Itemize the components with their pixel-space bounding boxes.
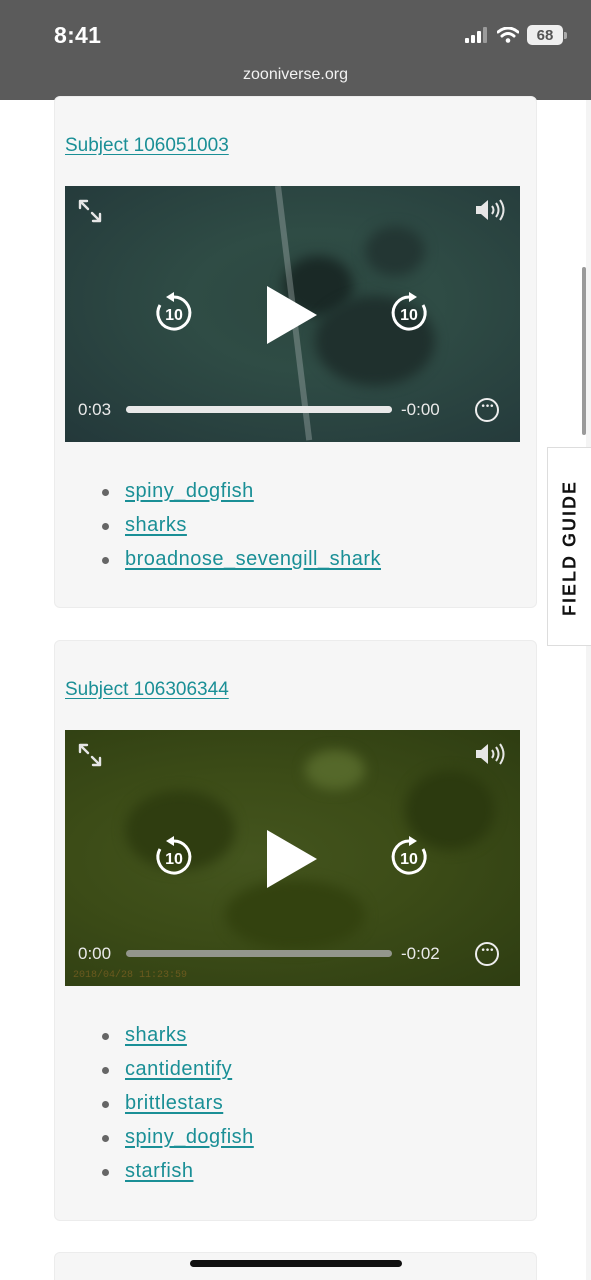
forward-10-icon[interactable]: 10 [388,836,430,878]
battery-icon: 68 [527,25,567,45]
list-item: cantidentify [102,1052,254,1086]
list-item: sharks [102,508,381,542]
tag-link[interactable]: broadnose_sevengill_shark [125,548,381,570]
scrollbar[interactable] [582,267,586,435]
tag-list: spiny_dogfish sharks broadnose_sevengill… [102,474,381,576]
list-item: broadnose_sevengill_shark [102,542,381,576]
video-timestamp: 2018/04/28 11:23:59 [73,970,188,981]
list-item: brittlestars [102,1086,254,1120]
list-item: spiny_dogfish [102,474,381,508]
forward-10-icon[interactable]: 10 [388,292,430,334]
tag-list: sharks cantidentify brittlestars spiny_d… [102,1018,254,1188]
home-indicator[interactable] [190,1260,402,1267]
volume-icon[interactable] [474,198,508,222]
address-bar-url[interactable]: zooniverse.org [0,66,591,84]
battery-level: 68 [536,26,554,44]
expand-icon[interactable] [77,742,103,768]
remaining-time: -0:02 [401,944,440,963]
tag-link[interactable]: sharks [125,514,187,536]
list-item: starfish [102,1154,254,1188]
subject-card: Subject 106306344 10 10 0:00 -0:02 ••• 2… [54,640,537,1221]
status-bar: 8:41 68 zooniverse.org [0,0,591,100]
list-item: spiny_dogfish [102,1120,254,1154]
svg-text:10: 10 [165,851,183,868]
rewind-10-icon[interactable]: 10 [153,292,195,334]
progress-bar[interactable] [126,406,392,413]
subject-card: Subject 106051003 10 10 0:03 -0:00 ••• s… [54,96,537,608]
wifi-icon [497,27,519,43]
video-player[interactable]: 10 10 0:03 -0:00 [65,186,520,442]
svg-text:10: 10 [165,307,183,324]
rewind-10-icon[interactable]: 10 [153,836,195,878]
tag-link[interactable]: spiny_dogfish [125,480,254,502]
progress-fill [126,406,392,413]
tag-link[interactable]: starfish [125,1160,193,1182]
tag-link[interactable]: cantidentify [125,1058,232,1080]
field-guide-tab[interactable]: FIELD GUIDE [547,447,591,646]
signal-icon [465,27,487,43]
list-item: sharks [102,1018,254,1052]
current-time: 0:00 [78,944,112,963]
tag-link[interactable]: sharks [125,1024,187,1046]
page-edge [586,100,591,1280]
more-options-icon[interactable] [475,942,499,966]
field-guide-label: FIELD GUIDE [559,479,580,617]
expand-icon[interactable] [77,198,103,224]
subject-link[interactable]: Subject 106306344 [65,679,229,701]
play-icon[interactable] [267,830,317,888]
remaining-time: -0:00 [401,400,440,419]
svg-text:10: 10 [400,851,418,868]
progress-bar[interactable] [126,950,392,957]
play-icon[interactable] [267,286,317,344]
status-time: 8:41 [54,22,102,48]
svg-text:10: 10 [400,307,418,324]
status-icons: 68 [465,25,567,45]
more-options-icon[interactable] [475,398,499,422]
subject-link[interactable]: Subject 106051003 [65,135,229,157]
tag-link[interactable]: brittlestars [125,1092,223,1114]
video-player[interactable]: 10 10 0:00 -0:02 2018/04/28 11:23:59 [65,730,520,986]
volume-icon[interactable] [474,742,508,766]
tag-link[interactable]: spiny_dogfish [125,1126,254,1148]
current-time: 0:03 [78,400,112,419]
